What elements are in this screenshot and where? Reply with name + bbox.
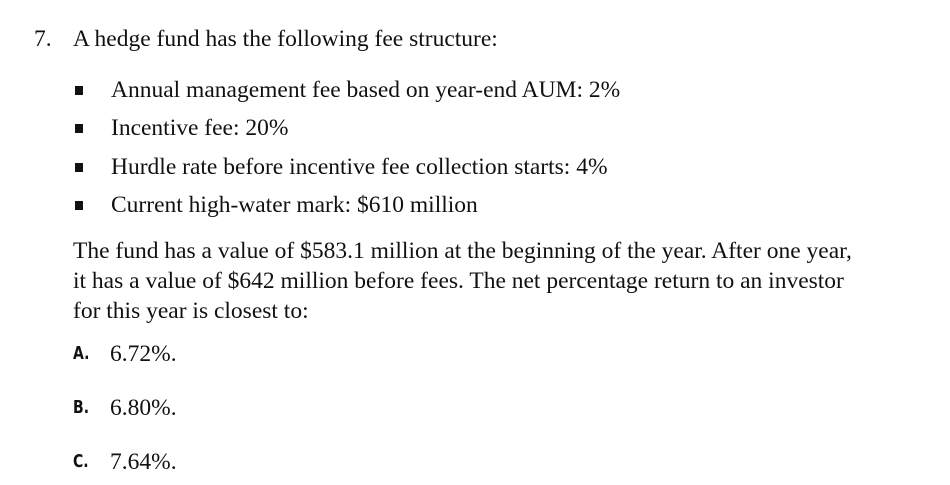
list-item: Incentive fee: 20% [0,113,950,143]
choice-letter: B. [73,397,90,418]
question-stem: A hedge fund has the following fee struc… [73,26,498,52]
answer-choice-a[interactable]: A. 6.72%. [73,339,473,369]
choice-text: 6.72%. [110,341,177,367]
choice-text: 6.80%. [110,395,177,421]
question-page: 7. A hedge fund has the following fee st… [0,0,950,485]
answer-choice-c[interactable]: C. 7.64%. [73,447,473,477]
choice-text: 7.64%. [110,449,177,475]
paragraph-line: The fund has a value of $583.1 million a… [73,238,852,264]
bullet-text: Incentive fee: 20% [111,115,289,141]
answer-choice-b[interactable]: B. 6.80%. [73,393,473,423]
square-bullet-icon [75,201,83,210]
list-item: Current high-water mark: $610 million [0,190,950,220]
list-item: Hurdle rate before incentive fee collect… [0,152,950,182]
list-item: Annual management fee based on year-end … [0,75,950,105]
question-number: 7. [34,26,52,52]
square-bullet-icon [75,86,83,95]
paragraph-line: it has a value of $642 million before fe… [73,268,844,294]
choice-letter: C. [73,451,89,472]
square-bullet-icon [75,163,83,172]
question-paragraph: The fund has a value of $583.1 million a… [73,236,933,326]
bullet-text: Current high-water mark: $610 million [111,192,478,218]
bullet-text: Hurdle rate before incentive fee collect… [111,154,608,180]
choice-letter: A. [73,343,90,364]
bullet-text: Annual management fee based on year-end … [111,77,621,103]
paragraph-line: for this year is closest to: [73,298,309,324]
square-bullet-icon [75,124,83,133]
